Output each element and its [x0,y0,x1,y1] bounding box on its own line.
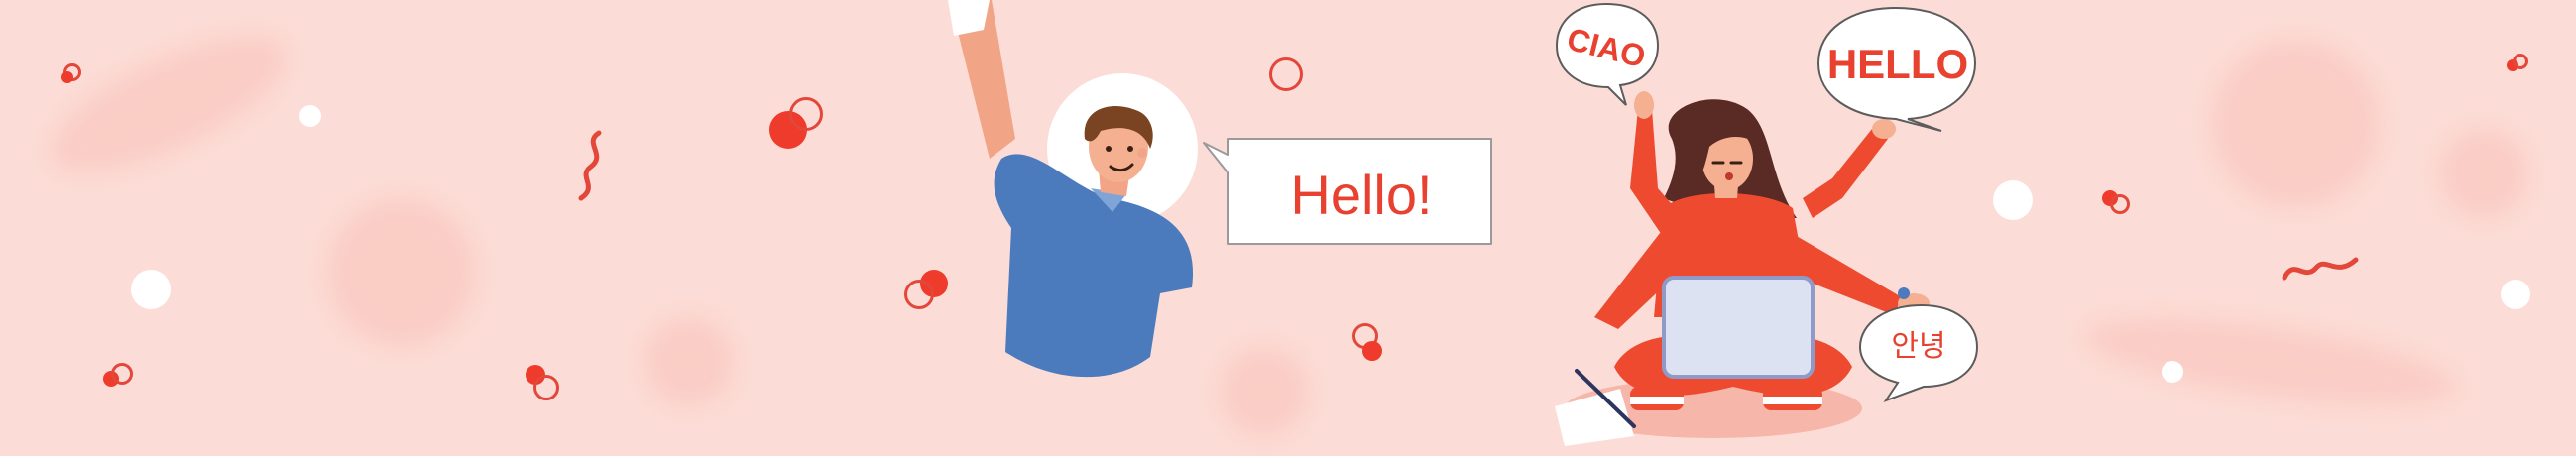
red-dot [1362,341,1382,361]
background-blob [2078,300,2463,423]
white-dot [299,105,321,127]
red-ring [2110,194,2130,214]
background-blob [2439,129,2528,218]
red-ring [533,375,559,400]
red-ring [904,280,934,309]
white-dot [131,270,171,309]
red-ring [789,97,823,131]
red-ring [2513,54,2528,69]
white-dot [2162,361,2183,383]
background-blob [644,317,734,406]
red-dot [61,71,73,83]
background-blob [327,198,476,347]
background-blob [33,9,304,199]
background-blob [1220,347,1309,436]
korean-greeting-text: 안녕 [1891,329,1946,364]
red-ring [1269,57,1303,91]
language-banner: Hello! CIAO HELLO 안녕 [0,0,2576,456]
man-waving-illustration [948,0,1198,378]
red-squiggle [578,130,602,201]
white-dot [1993,180,2033,220]
red-ring [111,363,133,385]
background-blob [2211,40,2380,208]
hello-caps-greeting-text: HELLO [1826,41,1969,87]
hello-greeting-text: Hello! [1290,163,1433,226]
red-squiggle [2282,257,2359,281]
white-dot [2501,280,2530,309]
